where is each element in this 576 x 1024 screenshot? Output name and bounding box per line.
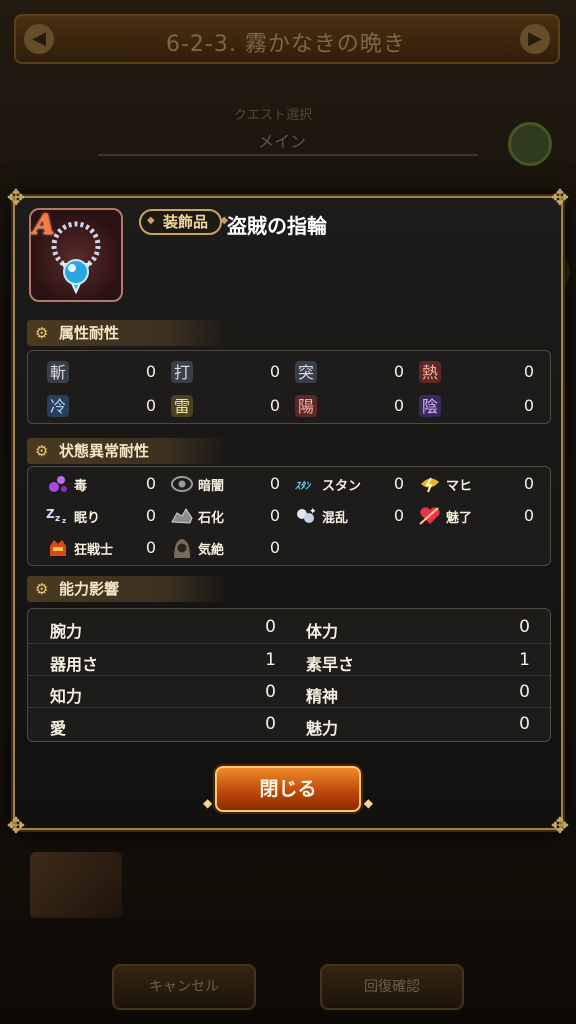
svg-text:突: 突 (298, 363, 314, 382)
stun-icon: ｽﾀﾝ (294, 472, 318, 496)
attribute-resistance-panel: 斬 0 打 0 突 0 熱 0 冷 0 雷 0 陽 0 陰 0 (27, 350, 551, 424)
resistance-lightning: 雷 0 (170, 393, 280, 419)
stage-header: ◀ 6-2-3. 霧かなきの晩き ▶ (14, 14, 560, 64)
gear-icon: ⚙ (35, 324, 49, 342)
resistance-berserk: 狂戦士 0 (46, 535, 156, 561)
confusion-icon: ✦ (294, 504, 318, 528)
cancel-button: キャンセル (112, 964, 256, 1010)
resistance-poison: 毒 0 (46, 471, 156, 497)
ability-strength: 腕力 0 (50, 617, 276, 641)
faint-icon (170, 536, 194, 560)
ability-row: 腕力 0 体力 0 (28, 611, 552, 643)
svg-text:斬: 斬 (50, 363, 66, 382)
status-resistance-title: 状態異常耐性 (59, 442, 150, 460)
rank-badge: A (33, 208, 55, 241)
svg-text:✦: ✦ (309, 507, 317, 517)
ability-spirit: 精神 0 (306, 682, 530, 706)
resistance-light: 陽 0 (294, 393, 404, 419)
resistance-blind: 暗闇 0 (170, 471, 280, 497)
blind-icon (170, 472, 194, 496)
attribute-resistance-header: ⚙ 属性耐性 (27, 320, 229, 346)
svg-text:z: z (55, 514, 60, 524)
svg-text:熱: 熱 (422, 363, 438, 382)
ability-row: 愛 0 魅力 0 (28, 707, 552, 739)
ability-vitality: 体力 0 (306, 617, 530, 641)
ability-charisma: 魅力 0 (306, 714, 530, 738)
svg-text:陰: 陰 (422, 397, 438, 416)
dark-icon: 陰 (418, 394, 442, 418)
ability-love: 愛 0 (50, 714, 276, 738)
next-arrow-icon: ▶ (520, 24, 550, 54)
resistance-slash: 斬 0 (46, 359, 156, 385)
resistance-stun: ｽﾀﾝ スタン 0 (294, 472, 404, 496)
svg-text:陽: 陽 (298, 397, 314, 416)
svg-text:z: z (62, 517, 66, 525)
corner-ornament-icon: ✥ (550, 186, 570, 211)
heat-icon: 熱 (418, 360, 442, 384)
charm-icon (418, 504, 442, 528)
sleep-icon: Zzz (46, 504, 70, 528)
svg-text:Z: Z (46, 507, 55, 521)
svg-text:雷: 雷 (174, 397, 190, 416)
lightning-icon: 雷 (170, 394, 194, 418)
poison-icon (46, 472, 70, 496)
corner-ornament-icon: ✥ (6, 814, 26, 839)
resistance-paralysis: マヒ 0 (418, 471, 534, 497)
ability-row: 知力 0 精神 0 (28, 675, 552, 707)
svg-text:打: 打 (174, 363, 190, 382)
light-icon: 陽 (294, 394, 318, 418)
cold-icon: 冷 (46, 394, 70, 418)
attribute-resistance-title: 属性耐性 (59, 324, 120, 342)
ability-row: 器用さ 1 素早さ 1 (28, 643, 552, 675)
resistance-faint: 気絶 0 (170, 535, 280, 561)
ornament-icon: ◆ (363, 796, 373, 810)
ability-title: 能力影響 (59, 580, 120, 598)
resistance-strike: 打 0 (170, 359, 280, 385)
berserk-icon (46, 536, 70, 560)
paralysis-icon (418, 472, 442, 496)
prev-arrow-icon: ◀ (24, 24, 54, 54)
resistance-thrust: 突 0 (294, 359, 404, 385)
corner-ornament-icon: ✥ (550, 814, 570, 839)
petrify-icon (170, 504, 194, 528)
quest-subtitle: クエスト選択 (234, 108, 313, 123)
stage-title: 6-2-3. 霧かなきの晩き (166, 32, 406, 57)
gear-icon: ⚙ (35, 580, 49, 598)
ability-agility: 素早さ 1 (306, 650, 530, 674)
close-button[interactable]: ◆ 閉じる ◆ (203, 766, 373, 812)
category-badge: 装飾品 (139, 209, 228, 235)
ability-intelligence: 知力 0 (50, 682, 276, 706)
thrust-icon: 突 (294, 360, 318, 384)
confirm-button: 回復確認 (320, 964, 464, 1010)
resistance-sleep: Zzz 眠り 0 (46, 504, 156, 528)
item-name: 盗賊の指輪 (227, 214, 327, 238)
item-detail-dialog: ✥ ✥ ✥ ✥ A 装飾品 盗賊の指輪 ⚙ 属性耐性 斬 0 打 0 突 0 (7, 186, 569, 839)
corner-ornament-icon: ✥ (6, 186, 26, 211)
resistance-petrify: 石化 0 (170, 503, 280, 529)
status-resistance-header: ⚙ 状態異常耐性 (27, 438, 229, 464)
svg-text:ｽﾀﾝ: ｽﾀﾝ (295, 480, 311, 492)
ornament-icon: ◆ (203, 796, 213, 810)
strike-icon: 打 (170, 360, 194, 384)
resistance-heat: 熱 0 (418, 359, 534, 385)
slash-icon: 斬 (46, 360, 70, 384)
resistance-confusion: ✦ 混乱 0 (294, 503, 404, 529)
refresh-icon (508, 122, 552, 166)
ability-dexterity: 器用さ 1 (50, 650, 276, 674)
divider (98, 154, 478, 156)
quest-sub-label: メイン (258, 132, 307, 151)
ability-panel: 腕力 0 体力 0 器用さ 1 素早さ 1 知力 0 精神 0 愛 0 魅力 0 (27, 608, 552, 742)
ability-header: ⚙ 能力影響 (27, 576, 229, 602)
quest-subheader: クエスト選択 メイン (98, 98, 478, 158)
resistance-cold: 冷 0 (46, 393, 156, 419)
resistance-dark: 陰 0 (418, 393, 534, 419)
bg-item-thumbnail (30, 852, 122, 918)
svg-text:冷: 冷 (50, 397, 66, 416)
item-thumbnail: A (29, 208, 123, 302)
resistance-charm: 魅了 0 (418, 503, 534, 529)
gear-icon: ⚙ (35, 442, 49, 460)
close-button-label: 閉じる (259, 778, 317, 800)
status-resistance-panel: 毒 0 暗闇 0 ｽﾀﾝ スタン 0 マヒ 0 Zzz 眠り 0 石化 0 ✦ … (27, 466, 551, 566)
